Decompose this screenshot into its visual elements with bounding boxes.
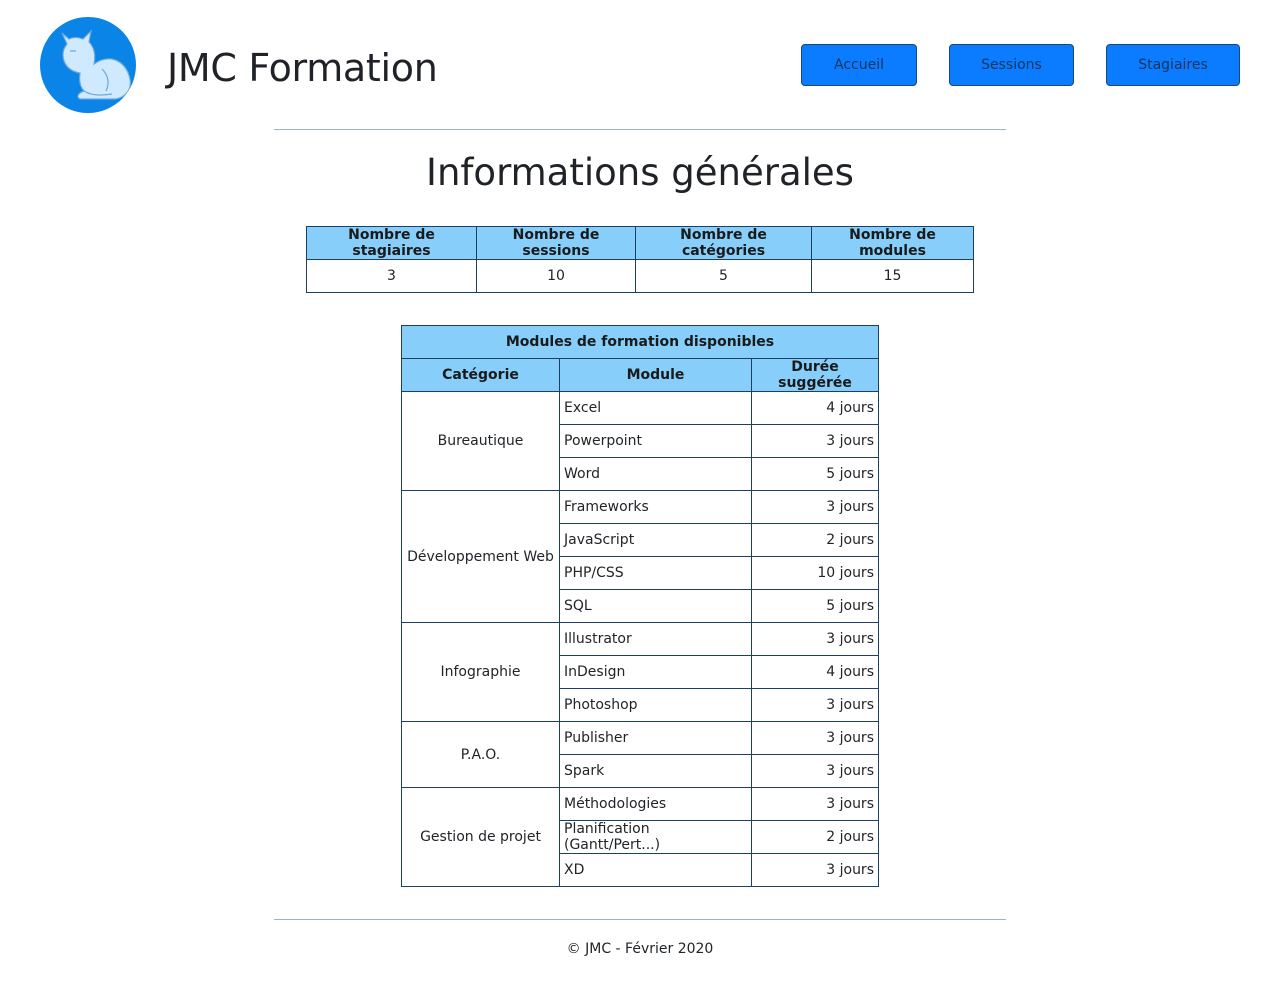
duration-cell: 3 jours xyxy=(751,688,879,722)
stats-header: Nombre de stagiaires xyxy=(306,226,477,260)
stats-value-sessions: 10 xyxy=(476,259,636,293)
module-cell: PHP/CSS xyxy=(559,556,752,590)
category-cell: P.A.O. xyxy=(401,721,560,788)
duration-cell: 4 jours xyxy=(751,391,879,425)
category-cell: Infographie xyxy=(401,622,560,722)
duration-cell: 10 jours xyxy=(751,556,879,590)
table-row: P.A.O. Publisher 3 jours xyxy=(401,721,879,788)
column-header-duree: Durée suggérée xyxy=(751,358,879,392)
category-cell: Gestion de projet xyxy=(401,787,560,887)
divider-bottom xyxy=(274,919,1006,920)
site-title: JMC Formation xyxy=(167,46,438,90)
nav-button-sessions[interactable]: Sessions xyxy=(949,44,1074,86)
stats-header: Nombre de modules xyxy=(811,226,974,260)
modules-table: Modules de formation disponibles Catégor… xyxy=(401,325,879,887)
module-cell: Word xyxy=(559,457,752,491)
module-cell: Frameworks xyxy=(559,490,752,524)
duration-cell: 2 jours xyxy=(751,820,879,854)
duration-cell: 5 jours xyxy=(751,457,879,491)
table-row: Gestion de projet Méthodologies 3 jours xyxy=(401,787,879,887)
stats-value-stagiaires: 3 xyxy=(306,259,477,293)
table-row: Développement Web Frameworks 3 jours xyxy=(401,490,879,623)
duration-cell: 3 jours xyxy=(751,787,879,821)
stats-value-categories: 5 xyxy=(635,259,812,293)
duration-cell: 2 jours xyxy=(751,523,879,557)
duration-cell: 3 jours xyxy=(751,490,879,524)
duration-cell: 3 jours xyxy=(751,754,879,788)
module-cell: JavaScript xyxy=(559,523,752,557)
duration-cell: 4 jours xyxy=(751,655,879,689)
footer-text: © JMC - Février 2020 xyxy=(566,941,714,957)
stats-value-row: 3 10 5 15 xyxy=(306,259,974,293)
stats-header: Nombre de catégories xyxy=(635,226,812,260)
page-title: Informations générales xyxy=(426,151,854,194)
modules-header-row: Catégorie Module Durée suggérée xyxy=(401,358,879,392)
column-header-module: Module xyxy=(559,358,752,392)
divider-top xyxy=(274,129,1006,130)
stats-header-row: Nombre de stagiaires Nombre de sessions … xyxy=(306,226,974,260)
modules-caption: Modules de formation disponibles xyxy=(401,325,879,359)
module-cell: Illustrator xyxy=(559,622,752,656)
modules-caption-row: Modules de formation disponibles xyxy=(401,325,879,359)
module-cell: InDesign xyxy=(559,655,752,689)
cat-silhouette-icon xyxy=(61,29,131,100)
nav-button-stagiaires[interactable]: Stagiaires xyxy=(1106,44,1240,86)
module-cell: SQL xyxy=(559,589,752,623)
module-cell: Powerpoint xyxy=(559,424,752,458)
table-row: Infographie Illustrator 3 jours xyxy=(401,622,879,722)
category-cell: Développement Web xyxy=(401,490,560,623)
module-cell: Planification (Gantt/Pert...) xyxy=(559,820,752,854)
module-cell: Spark xyxy=(559,754,752,788)
duration-cell: 3 jours xyxy=(751,424,879,458)
stats-table: Nombre de stagiaires Nombre de sessions … xyxy=(306,226,974,293)
module-cell: Publisher xyxy=(559,721,752,755)
stats-value-modules: 15 xyxy=(811,259,974,293)
modules-body: Bureautique Excel 4 jours Powerpoint 3 j… xyxy=(401,391,879,887)
module-cell: XD xyxy=(559,853,752,887)
stats-header: Nombre de sessions xyxy=(476,226,636,260)
duration-cell: 3 jours xyxy=(751,853,879,887)
table-row: Bureautique Excel 4 jours xyxy=(401,391,879,491)
module-cell: Excel xyxy=(559,391,752,425)
duration-cell: 5 jours xyxy=(751,589,879,623)
duration-cell: 3 jours xyxy=(751,622,879,656)
duration-cell: 3 jours xyxy=(751,721,879,755)
nav-button-accueil[interactable]: Accueil xyxy=(801,44,917,86)
category-cell: Bureautique xyxy=(401,391,560,491)
column-header-categorie: Catégorie xyxy=(401,358,560,392)
module-cell: Méthodologies xyxy=(559,787,752,821)
logo xyxy=(40,17,136,113)
module-cell: Photoshop xyxy=(559,688,752,722)
